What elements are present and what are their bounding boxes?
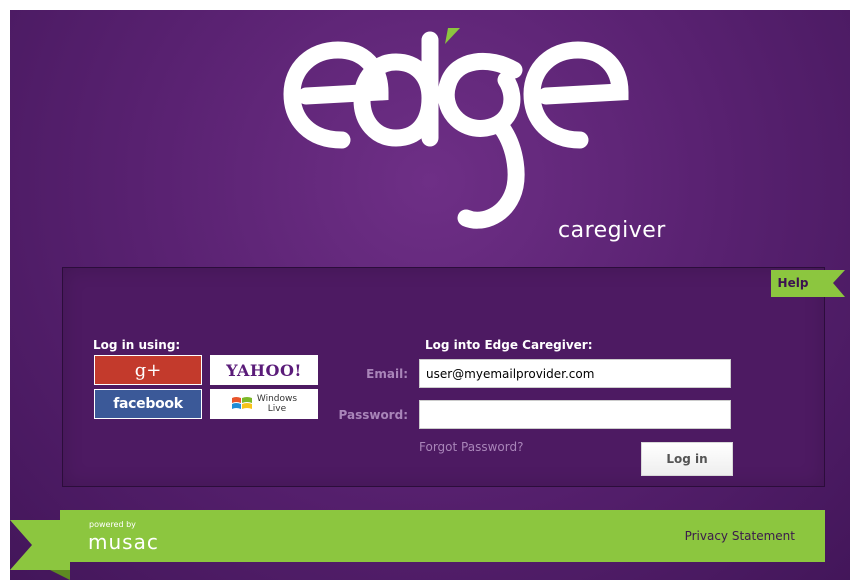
google-login-button[interactable]: g+: [94, 355, 202, 385]
email-label: Email:: [366, 367, 408, 381]
password-label: Password:: [338, 408, 409, 422]
powered-by-label: powered by: [89, 520, 136, 529]
login-page: caregiver Log in using: g+ YAHOO! facebo…: [10, 10, 850, 580]
windows-live-label: Windows Live: [257, 394, 297, 414]
windows-live-line2: Live: [267, 404, 287, 414]
yahoo-logo-icon: YAHOO!: [226, 360, 302, 380]
logo-tagline: caregiver: [558, 218, 666, 243]
help-tab[interactable]: Help: [771, 270, 815, 297]
login-button[interactable]: Log in: [641, 442, 733, 476]
windows-flag-icon: [231, 397, 252, 409]
privacy-statement-link[interactable]: Privacy Statement: [685, 529, 795, 543]
musac-logo: musac: [88, 530, 159, 554]
windows-live-line1: Windows: [256, 394, 298, 404]
email-input[interactable]: [419, 359, 731, 388]
social-login-heading: Log in using:: [93, 338, 181, 352]
windows-live-login-button[interactable]: Windows Live: [210, 389, 318, 419]
forgot-password-link[interactable]: Forgot Password?: [419, 440, 523, 454]
help-ribbon-tail: [815, 270, 845, 297]
edge-logo: caregiver: [280, 28, 700, 258]
password-input[interactable]: [419, 400, 731, 429]
login-form-heading: Log into Edge Caregiver:: [425, 338, 593, 352]
yahoo-login-button[interactable]: YAHOO!: [210, 355, 318, 385]
google-plus-icon: g+: [134, 359, 162, 381]
login-panel: Log in using: g+ YAHOO! facebook Windows…: [62, 267, 825, 487]
footer-ribbon: powered by musac Privacy Statement: [60, 510, 825, 562]
facebook-logo-icon: facebook: [113, 396, 183, 412]
facebook-login-button[interactable]: facebook: [94, 389, 202, 419]
